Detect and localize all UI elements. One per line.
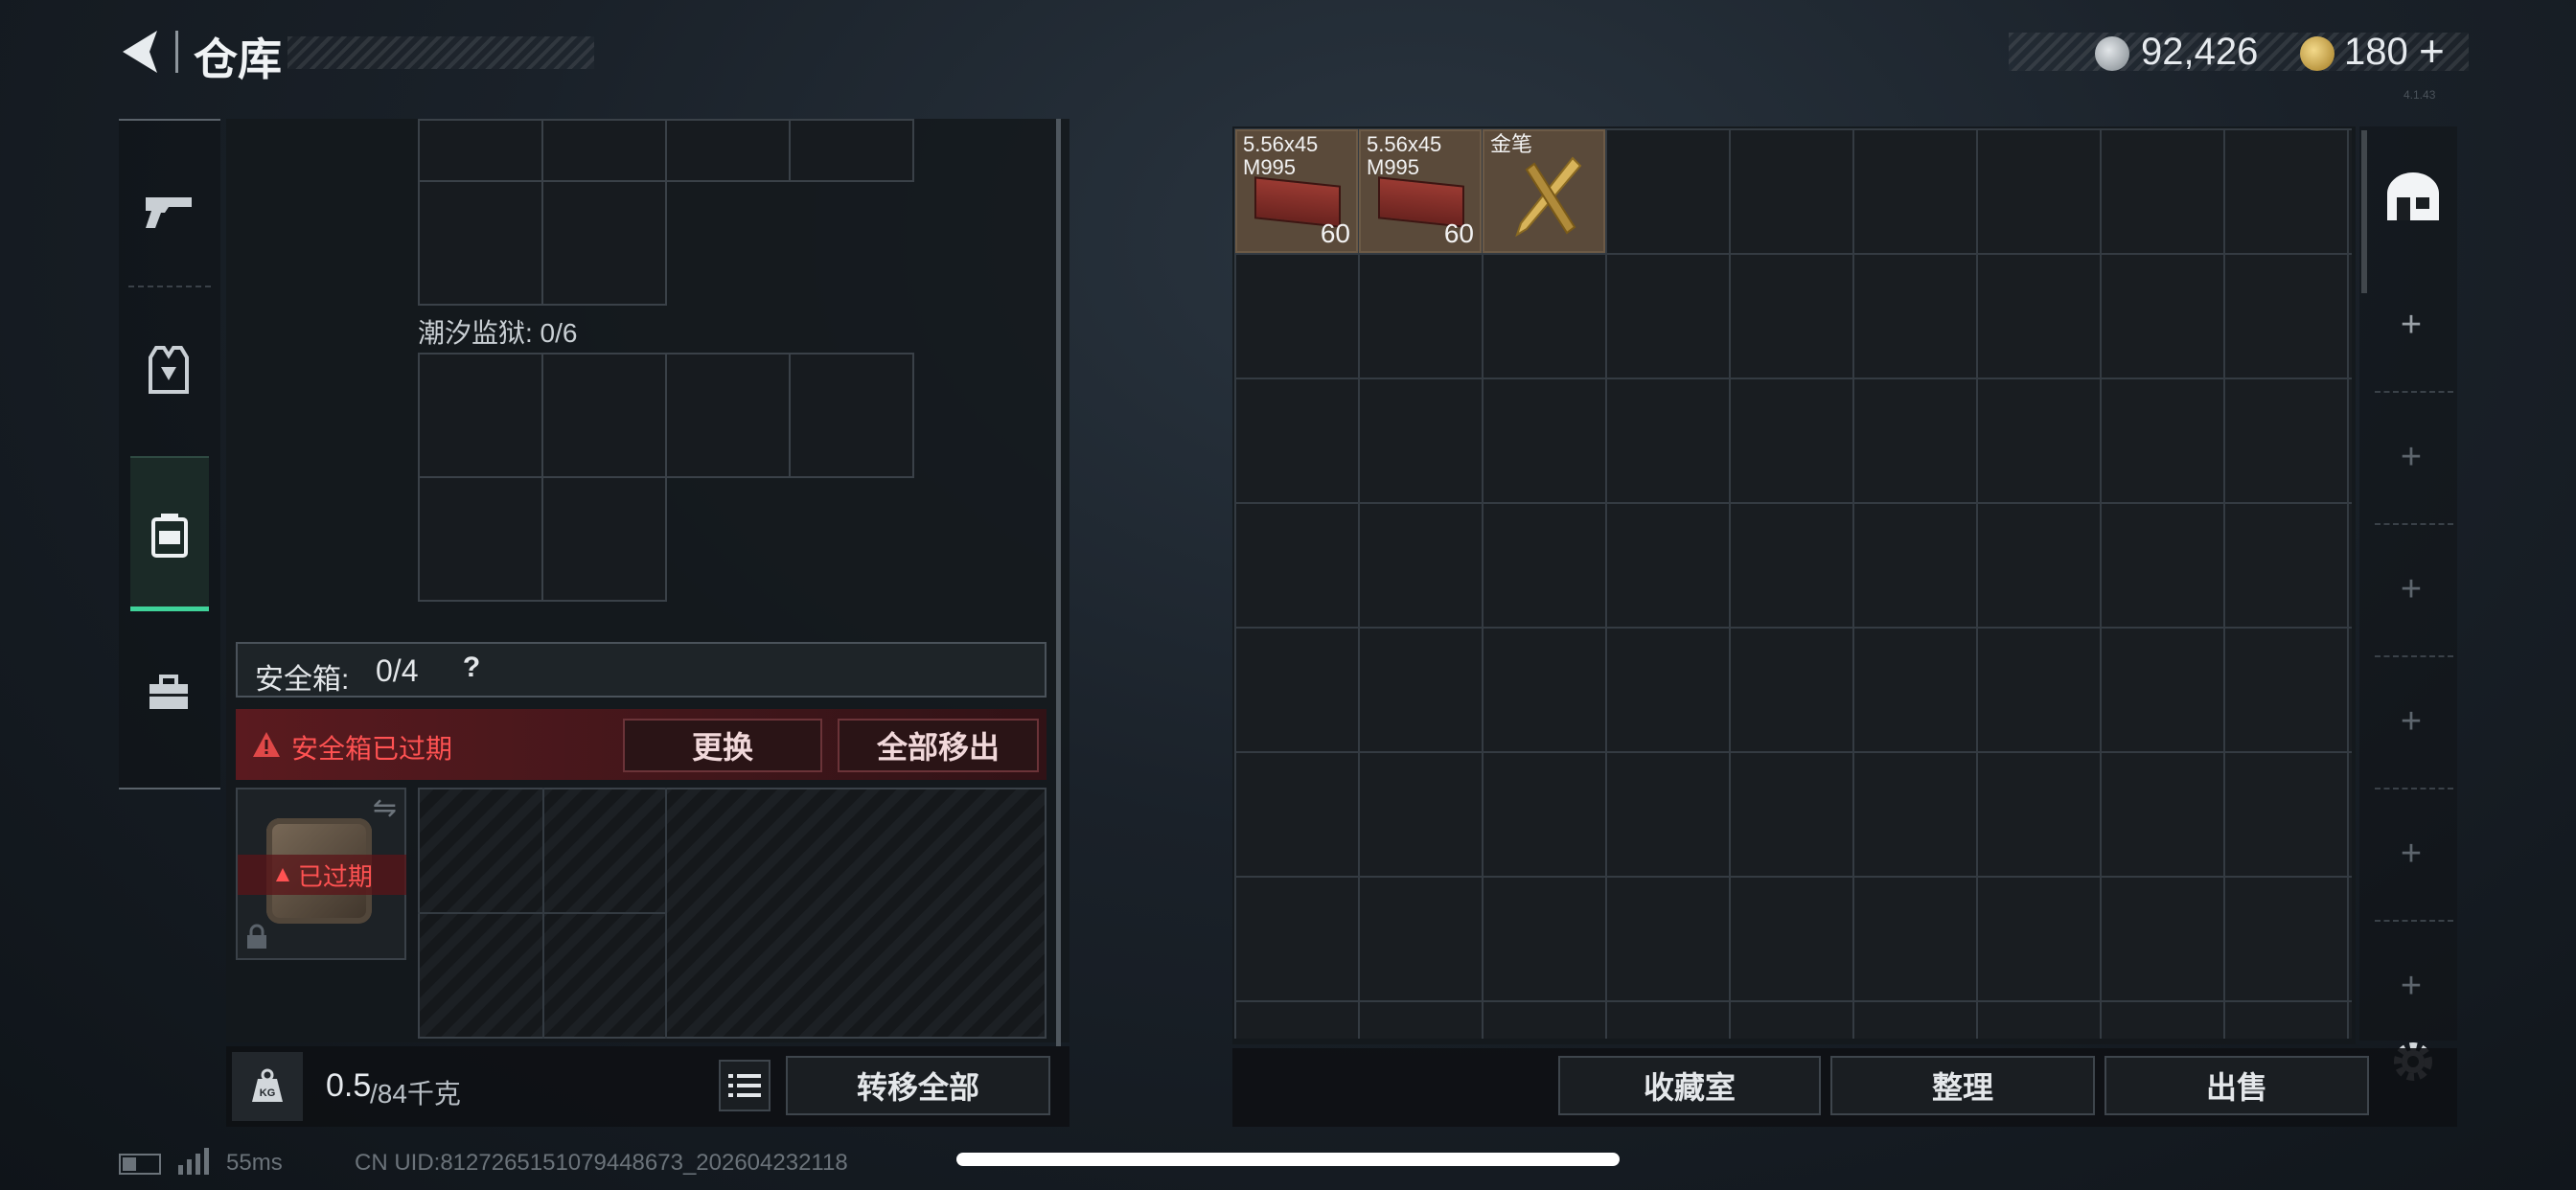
tab-weapon[interactable] (130, 172, 207, 249)
title-decoration (288, 36, 594, 69)
currency-silver: 92,426 (2141, 31, 2259, 73)
grid-slot[interactable] (541, 476, 667, 602)
backpack-icon (151, 514, 188, 558)
tab-backpack-active[interactable] (130, 456, 209, 611)
version-label: 4.1.43 (2404, 88, 2436, 102)
back-arrow-icon (123, 31, 157, 73)
page-divider (2375, 920, 2453, 922)
weight-current: 0.5 (326, 1067, 372, 1104)
toolbox-icon (150, 675, 188, 709)
svg-text:KG: KG (260, 1087, 276, 1099)
grid-slot[interactable] (418, 476, 543, 602)
vest-icon (149, 346, 189, 394)
storage-page-main[interactable] (2373, 157, 2453, 238)
safebox-slot[interactable]: ▲ 已过期 ⇋ (236, 788, 406, 960)
grid-slot[interactable] (541, 353, 667, 478)
active-tab-indicator (130, 606, 209, 611)
add-storage-page-button[interactable]: + (2382, 701, 2440, 743)
list-view-button[interactable] (719, 1060, 770, 1111)
warehouse-icon (2387, 172, 2439, 220)
home-indicator[interactable] (956, 1153, 1620, 1166)
storage-item[interactable]: 金笔 (1483, 129, 1605, 253)
page-title: 仓库 (194, 34, 282, 84)
tab-toolbox[interactable] (130, 655, 207, 732)
add-storage-page-button[interactable]: + (2382, 834, 2440, 875)
container-scrollbar[interactable] (1056, 119, 1061, 1046)
add-storage-page-button[interactable]: + (2382, 966, 2440, 1007)
list-icon (728, 1074, 761, 1097)
lock-icon (247, 924, 266, 949)
sell-button[interactable]: 出售 (2104, 1056, 2369, 1115)
uid-text: CN UID:8127265151079448673_202604232118 (355, 1150, 848, 1176)
gold-coin-icon (2300, 36, 2334, 71)
weight-icon: KG (252, 1068, 283, 1102)
page-divider (2375, 523, 2453, 525)
grid-slot[interactable] (541, 119, 667, 182)
grid-slot[interactable] (541, 180, 667, 306)
grid-slot[interactable] (789, 353, 914, 478)
remove-all-button[interactable]: 全部移出 (838, 719, 1039, 772)
replace-button[interactable]: 更换 (623, 719, 822, 772)
collection-button[interactable]: 收藏室 (1558, 1056, 1821, 1115)
page-divider (2375, 655, 2453, 657)
weight-icon-box: KG (232, 1052, 303, 1121)
add-storage-page-button[interactable]: + (2382, 305, 2440, 346)
weight-max: /84千克 (370, 1079, 461, 1109)
back-button[interactable] (115, 25, 169, 79)
expired-warning-text: 安全箱已过期 (291, 734, 453, 764)
storage-item[interactable]: 5.56x45 M995 60 (1235, 129, 1358, 253)
safebox-label: 安全箱: (255, 664, 350, 696)
tab-divider (128, 286, 211, 287)
expired-badge-text: 已过期 (297, 861, 373, 891)
transfer-all-button[interactable]: 转移全部 (786, 1056, 1050, 1115)
tab-armor[interactable] (130, 332, 207, 408)
grid-slot[interactable] (665, 353, 791, 478)
grid-slot[interactable] (418, 119, 543, 182)
gold-pen-icon (1515, 156, 1582, 238)
page-divider (2375, 788, 2453, 790)
storage-grid (1234, 128, 2352, 1039)
swap-icon[interactable]: ⇋ (373, 791, 397, 825)
page-divider (2375, 391, 2453, 393)
title-divider (175, 31, 178, 73)
add-currency-button[interactable]: + (2419, 25, 2445, 77)
warning-icon (253, 732, 280, 757)
grid-slot[interactable] (789, 119, 914, 182)
container-section-label: 潮汐监狱: 0/6 (418, 318, 578, 348)
add-storage-page-button[interactable]: + (2382, 437, 2440, 478)
safebox-count: 0/4 (376, 653, 419, 688)
safebox-help-icon[interactable]: ? (450, 652, 493, 688)
currency-gold: 180 (2344, 31, 2408, 73)
grid-slot[interactable] (418, 180, 543, 306)
expired-badge: ▲ 已过期 (238, 855, 406, 895)
silver-coin-icon (2095, 36, 2129, 71)
signal-icon (178, 1148, 215, 1175)
safebox-grid-line (665, 788, 667, 1039)
organize-button[interactable]: 整理 (1830, 1056, 2095, 1115)
grid-slot[interactable] (418, 353, 543, 478)
storage-item[interactable]: 5.56x45 M995 60 (1359, 129, 1482, 253)
pistol-icon (146, 197, 192, 228)
ping-text: 55ms (226, 1150, 283, 1176)
warning-icon: ▲ (271, 861, 294, 887)
safebox-header: 安全箱: 0/4 ? (236, 642, 1046, 698)
battery-icon (119, 1154, 161, 1175)
grid-slot[interactable] (665, 119, 791, 182)
add-storage-page-button[interactable]: + (2382, 569, 2440, 610)
safebox-grid-line (418, 912, 665, 914)
